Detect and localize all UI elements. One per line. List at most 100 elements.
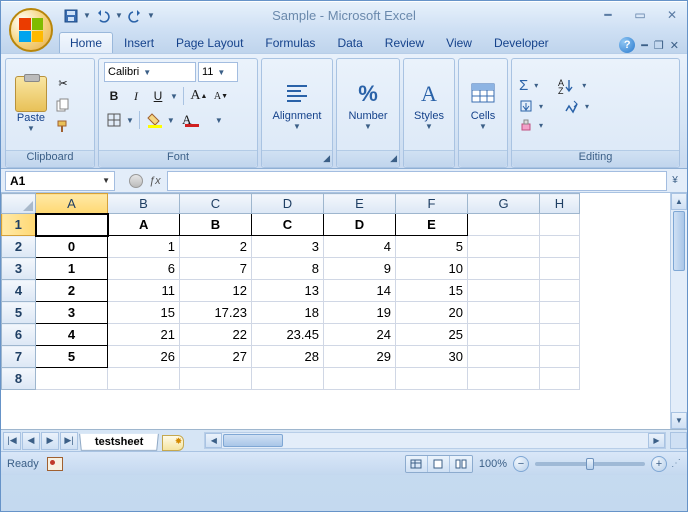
cell-E8[interactable] [324,368,396,390]
undo-button[interactable] [93,6,113,26]
number-dialog-launcher[interactable]: ◢ [390,153,397,164]
tab-formulas[interactable]: Formulas [254,32,326,53]
cancel-formula-icon[interactable] [129,174,143,188]
underline-button[interactable]: U [148,86,168,106]
cell-C5[interactable]: 17.23 [180,302,252,324]
sheet-nav-prev[interactable]: ◀ [22,432,40,450]
resize-grip-icon[interactable]: ⋰ [671,458,681,469]
sheet-nav-next[interactable]: ▶ [41,432,59,450]
cell-H2[interactable] [540,236,580,258]
number-button[interactable]: % Number ▼ [344,76,391,133]
help-button[interactable]: ? [619,37,635,53]
cell-C1[interactable]: B [180,214,252,236]
cell-A8[interactable] [36,368,108,390]
cell-D1[interactable]: C [252,214,324,236]
sort-filter-button[interactable]: AZ [558,78,576,94]
zoom-in-button[interactable]: + [651,456,667,472]
cells-button[interactable]: Cells ▼ [463,76,503,133]
cut-button[interactable]: ✂ [53,75,73,93]
cell-H4[interactable] [540,280,580,302]
tab-developer[interactable]: Developer [483,32,560,53]
find-select-button[interactable] [563,98,579,114]
paste-button[interactable]: Paste ▼ [11,74,51,135]
tab-home[interactable]: Home [59,32,113,53]
column-header-D[interactable]: D [252,194,324,214]
mdi-minimize-button[interactable]: ━ [641,39,648,52]
hscroll-thumb[interactable] [223,434,283,447]
cell-B5[interactable]: 15 [108,302,180,324]
clear-button[interactable] [519,118,533,132]
cell-D2[interactable]: 3 [252,236,324,258]
format-painter-button[interactable] [53,117,73,135]
zoom-slider[interactable] [535,462,645,466]
cell-E3[interactable]: 9 [324,258,396,280]
view-page-break-button[interactable] [450,456,472,472]
view-page-layout-button[interactable] [428,456,450,472]
macro-record-button[interactable] [47,457,63,471]
cell-H1[interactable] [540,214,580,236]
styles-button[interactable]: A Styles ▼ [409,76,449,133]
cell-H5[interactable] [540,302,580,324]
sheet-nav-first[interactable]: |◀ [3,432,21,450]
tab-insert[interactable]: Insert [113,32,165,53]
cell-G6[interactable] [468,324,540,346]
cell-C2[interactable]: 2 [180,236,252,258]
cell-G2[interactable] [468,236,540,258]
column-header-E[interactable]: E [324,194,396,214]
cell-F4[interactable]: 15 [396,280,468,302]
cell-F6[interactable]: 25 [396,324,468,346]
fill-button[interactable] [519,99,533,113]
cell-D3[interactable]: 8 [252,258,324,280]
cell-B4[interactable]: 11 [108,280,180,302]
alignment-button[interactable]: Alignment ▼ [269,76,326,133]
row-header-6[interactable]: 6 [2,324,36,346]
sheet-tab-testsheet[interactable]: testsheet [79,434,159,451]
alignment-dialog-launcher[interactable]: ◢ [323,153,330,164]
cell-B6[interactable]: 21 [108,324,180,346]
scroll-right-button[interactable]: ▶ [648,433,665,448]
tab-page-layout[interactable]: Page Layout [165,32,254,53]
horizontal-scrollbar[interactable]: ◀ ▶ [204,432,666,449]
cell-G3[interactable] [468,258,540,280]
cell-D6[interactable]: 23.45 [252,324,324,346]
redo-button[interactable] [125,6,145,26]
tab-review[interactable]: Review [374,32,435,53]
close-button[interactable]: ✕ [661,6,683,24]
cell-G1[interactable] [468,214,540,236]
cell-B2[interactable]: 1 [108,236,180,258]
cell-B8[interactable] [108,368,180,390]
cell-F3[interactable]: 10 [396,258,468,280]
autosum-button[interactable]: Σ [519,77,528,94]
tab-data[interactable]: Data [326,32,373,53]
cell-F5[interactable]: 20 [396,302,468,324]
expand-formula-bar-button[interactable]: ¥ [667,175,683,186]
cell-C6[interactable]: 22 [180,324,252,346]
italic-button[interactable]: I [126,86,146,106]
fx-icon[interactable]: ƒx [149,175,161,187]
cell-A1[interactable] [36,214,108,236]
column-header-H[interactable]: H [540,194,580,214]
font-name-combo[interactable]: Calibri▼ [104,62,196,82]
cell-E6[interactable]: 24 [324,324,396,346]
qat-customize-icon[interactable]: ▼ [147,11,155,20]
minimize-button[interactable]: ━ [597,6,619,24]
row-header-5[interactable]: 5 [2,302,36,324]
save-dropdown-icon[interactable]: ▼ [83,11,91,20]
cell-B1[interactable]: A [108,214,180,236]
cell-A3[interactable]: 1 [36,258,108,280]
save-button[interactable] [61,6,81,26]
zoom-level[interactable]: 100% [479,458,507,470]
cell-E5[interactable]: 19 [324,302,396,324]
row-header-8[interactable]: 8 [2,368,36,390]
cell-H7[interactable] [540,346,580,368]
row-header-1[interactable]: 1 [2,214,36,236]
vertical-scrollbar[interactable]: ▲ ▼ [670,193,687,429]
tab-view[interactable]: View [435,32,483,53]
cell-A2[interactable]: 0 [36,236,108,258]
cell-G7[interactable] [468,346,540,368]
column-header-B[interactable]: B [108,194,180,214]
cell-G5[interactable] [468,302,540,324]
scroll-left-button[interactable]: ◀ [205,433,222,448]
cell-A6[interactable]: 4 [36,324,108,346]
row-header-3[interactable]: 3 [2,258,36,280]
